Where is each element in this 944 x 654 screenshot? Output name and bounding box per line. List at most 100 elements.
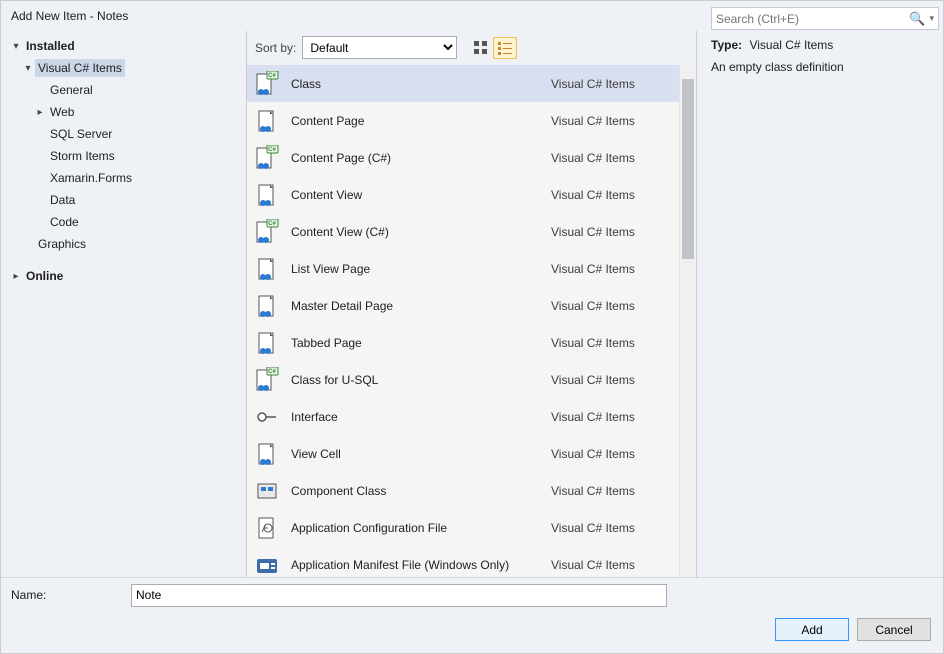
add-button[interactable]: Add (775, 618, 849, 641)
window-title: Add New Item - Notes (11, 9, 128, 23)
template-category: Visual C# Items (551, 336, 671, 350)
template-name: Class for U-SQL (291, 373, 541, 387)
tree-online[interactable]: ▸ Online (1, 265, 246, 287)
template-name: View Cell (291, 447, 541, 461)
tree-child[interactable]: Storm Items (1, 145, 246, 167)
template-icon: C# (253, 218, 281, 246)
template-row[interactable]: Interface Visual C# Items (247, 398, 679, 435)
template-category: Visual C# Items (551, 262, 671, 276)
tree-graphics[interactable]: ▸ Graphics (1, 233, 246, 255)
template-name: Class (291, 77, 541, 91)
cancel-button[interactable]: Cancel (857, 618, 931, 641)
tree-installed[interactable]: ▾ Installed (1, 35, 246, 57)
template-category: Visual C# Items (551, 410, 671, 424)
template-category: Visual C# Items (551, 77, 671, 91)
name-label: Name: (11, 588, 131, 602)
template-row[interactable]: C# Class for U-SQL Visual C# Items (247, 361, 679, 398)
template-icon (253, 514, 281, 542)
template-name: List View Page (291, 262, 541, 276)
template-row[interactable]: Master Detail Page Visual C# Items (247, 287, 679, 324)
collapse-icon: ▾ (9, 41, 23, 52)
sidebar: ▾ Installed ▾ Visual C# Items General▸We… (1, 31, 246, 577)
template-row[interactable]: Application Configuration File Visual C# … (247, 509, 679, 546)
template-row[interactable]: C#Content View (C#)Visual C# Items (247, 213, 679, 250)
template-category: Visual C# Items (551, 484, 671, 498)
tree-child[interactable]: Data (1, 189, 246, 211)
search-icon: 🔍 (909, 11, 925, 27)
tree-csharp-items[interactable]: ▾ Visual C# Items (1, 57, 246, 79)
template-category: Visual C# Items (551, 373, 671, 387)
search-input[interactable] (716, 12, 909, 26)
template-icon (253, 477, 281, 505)
center-pane: Sort by: Default C#ClassVisual C# ItemsC… (246, 31, 697, 577)
template-row[interactable]: C# Content Page (C#) Visual C# Items (247, 139, 679, 176)
main-area: ▾ Installed ▾ Visual C# Items General▸We… (1, 31, 943, 577)
template-icon (253, 292, 281, 320)
template-row[interactable]: C# Class Visual C# Items (247, 65, 679, 102)
template-category: Visual C# Items (551, 114, 671, 128)
tree-child[interactable]: General (1, 79, 246, 101)
description: An empty class definition (711, 60, 929, 74)
tree-child[interactable]: Code (1, 211, 246, 233)
template-category: Visual C# Items (551, 188, 671, 202)
search-box[interactable]: 🔍 ▾ (711, 7, 939, 30)
template-category: Visual C# Items (551, 558, 671, 572)
template-icon (253, 107, 281, 135)
template-icon (253, 403, 281, 431)
template-row[interactable]: View Cell Visual C# Items (247, 435, 679, 472)
template-category: Visual C# Items (551, 521, 671, 535)
expand-icon: ▸ (9, 271, 23, 282)
grid-icon (474, 41, 488, 55)
svg-text:C#: C# (268, 73, 276, 79)
template-category: Visual C# Items (551, 225, 671, 239)
view-small-icons[interactable] (493, 37, 517, 59)
template-icon: C# (253, 70, 281, 98)
template-icon: C# (253, 144, 281, 172)
svg-text:C#: C# (268, 147, 276, 153)
template-name: Content Page (291, 114, 541, 128)
svg-text:C#: C# (268, 221, 276, 227)
expand-icon: ▸ (33, 107, 47, 118)
details-pane: 🔍 ▾ Type: Visual C# Items An empty class… (697, 31, 943, 577)
template-name: Interface (291, 410, 541, 424)
template-row[interactable]: Content Page Visual C# Items (247, 102, 679, 139)
name-input[interactable] (131, 584, 667, 607)
template-icon (253, 255, 281, 283)
template-name: Application Manifest File (Windows Only) (291, 558, 541, 572)
template-name: Content View (291, 188, 541, 202)
template-icon (253, 551, 281, 578)
template-name: Tabbed Page (291, 336, 541, 350)
tree-child[interactable]: SQL Server (1, 123, 246, 145)
list-icon (498, 41, 512, 55)
template-icon (253, 329, 281, 357)
template-icon (253, 181, 281, 209)
template-category: Visual C# Items (551, 447, 671, 461)
view-medium-icons[interactable] (469, 37, 493, 59)
tree-child[interactable]: ▸Web (1, 101, 246, 123)
template-category: Visual C# Items (551, 299, 671, 313)
template-name: Master Detail Page (291, 299, 541, 313)
template-list[interactable]: C# Class Visual C# Items Content Page Visual… (247, 65, 679, 577)
tree-child[interactable]: Xamarin.Forms (1, 167, 246, 189)
type-label: Type: (711, 38, 742, 52)
template-row[interactable]: Component Class Visual C# Items (247, 472, 679, 509)
template-row[interactable]: Content View Visual C# Items (247, 176, 679, 213)
scrollbar[interactable] (679, 65, 696, 577)
type-value: Visual C# Items (749, 38, 833, 52)
template-name: Component Class (291, 484, 541, 498)
search-dropdown-icon[interactable]: ▾ (929, 13, 934, 24)
template-icon: C# (253, 366, 281, 394)
template-category: Visual C# Items (551, 151, 671, 165)
template-row[interactable]: Tabbed Page Visual C# Items (247, 324, 679, 361)
collapse-icon: ▾ (21, 63, 35, 74)
toolbar: Sort by: Default (247, 31, 696, 65)
template-icon (253, 440, 281, 468)
template-name: Content Page (C#) (291, 151, 541, 165)
template-name: Application Configuration File (291, 521, 541, 535)
scrollbar-thumb[interactable] (682, 79, 694, 259)
footer: Name: Add Cancel (1, 577, 943, 653)
template-row[interactable]: Application Manifest File (Windows Only)… (247, 546, 679, 577)
sortby-select[interactable]: Default (302, 36, 457, 59)
svg-text:C#: C# (268, 369, 276, 375)
template-row[interactable]: List View Page Visual C# Items (247, 250, 679, 287)
